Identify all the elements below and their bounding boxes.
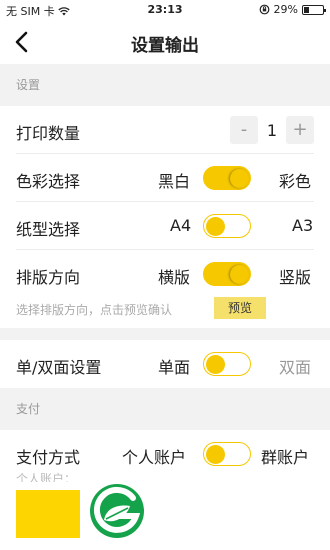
paper-label: 纸型选择 [16, 220, 81, 239]
row-color: 色彩选择 黑白 彩色 [0, 154, 330, 202]
section-header-settings: 设置 [0, 64, 330, 106]
quantity-value: 1 [266, 120, 278, 140]
row-layout: 排版方向 横版 竖版 [0, 250, 330, 295]
layout-hint: 选择排版方向，点击预览确认 [16, 303, 173, 317]
toggle-knob [205, 354, 225, 374]
layout-label: 排版方向 [16, 268, 81, 287]
battery-percent: 29% [273, 3, 298, 16]
status-right: 29% [259, 3, 326, 16]
copies-label: 打印数量 [16, 124, 81, 143]
page-title: 设置输出 [131, 36, 199, 56]
rotation-lock-icon [259, 4, 269, 15]
paper-option-a3[interactable]: A3 [292, 216, 313, 235]
section-header-payment: 支付 [0, 388, 330, 430]
color-option-color[interactable]: 彩色 [279, 168, 311, 192]
section-spacer [0, 328, 330, 340]
duplex-label: 单/双面设置 [16, 358, 102, 377]
leaf-logo-icon [90, 484, 144, 538]
layout-option-portrait[interactable]: 竖版 [279, 264, 311, 288]
duplex-option-single[interactable]: 单面 [158, 354, 190, 378]
personal-account-partial: 个人账户： [16, 472, 77, 482]
decrement-button[interactable]: - [230, 116, 258, 144]
battery-fill [304, 6, 310, 13]
toggle-knob [230, 264, 249, 284]
payment-option-personal[interactable]: 个人账户 [122, 444, 186, 468]
color-toggle[interactable] [203, 166, 251, 190]
paper-toggle[interactable] [203, 214, 251, 238]
paper-option-a4[interactable]: A4 [170, 216, 191, 235]
duplex-toggle[interactable] [203, 352, 251, 376]
battery-icon [302, 4, 326, 15]
row-copies: 打印数量 - 1 + [0, 106, 330, 154]
color-option-bw[interactable]: 黑白 [158, 168, 190, 192]
payment-label: 支付方式 [16, 448, 81, 467]
preview-button[interactable]: 预览 [214, 297, 266, 319]
color-label: 色彩选择 [16, 172, 81, 191]
toggle-knob [230, 168, 249, 188]
quantity-stepper: - 1 + [230, 116, 314, 144]
row-paper: 纸型选择 A4 A3 [0, 202, 330, 250]
layout-option-landscape[interactable]: 横版 [158, 264, 190, 288]
yellow-block [16, 490, 80, 538]
toggle-knob [205, 216, 225, 236]
toggle-knob [205, 444, 225, 464]
layout-toggle[interactable] [203, 262, 251, 286]
duplex-option-double[interactable]: 双面 [279, 354, 311, 378]
row-duplex: 单/双面设置 单面 双面 [0, 340, 330, 388]
payment-option-group[interactable]: 群账户 [261, 444, 309, 468]
status-bar: 无 SIM 卡 23:13 29% [0, 0, 330, 20]
increment-button[interactable]: + [286, 116, 314, 144]
nav-bar: 设置输出 [0, 20, 330, 64]
payment-toggle[interactable] [203, 442, 251, 466]
